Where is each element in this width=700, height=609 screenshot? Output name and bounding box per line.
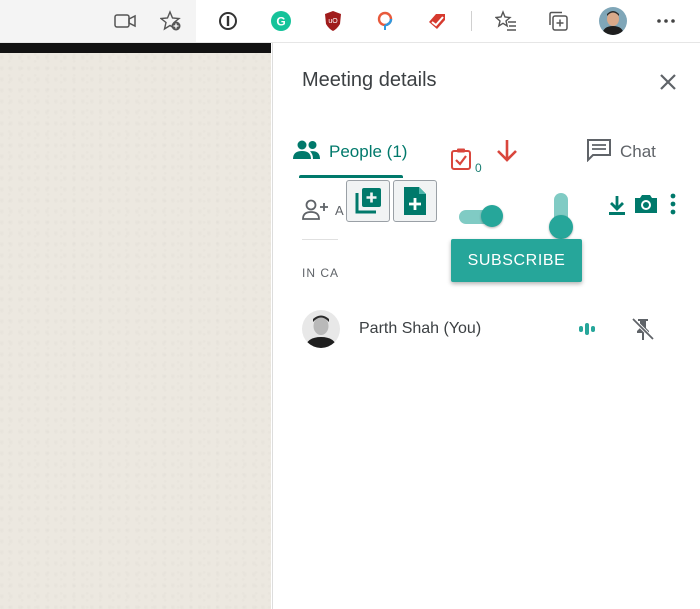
location-extension-icon[interactable]	[372, 8, 398, 34]
participant-row: Parth Shah (You)	[273, 305, 700, 353]
video-feed	[0, 43, 271, 609]
password-manager-icon[interactable]	[215, 8, 241, 34]
people-icon	[293, 139, 321, 166]
svg-text:uO: uO	[328, 18, 338, 25]
tab-chat[interactable]: Chat	[586, 137, 656, 167]
more-vert-icon[interactable]	[669, 193, 677, 215]
todoist-icon[interactable]	[424, 8, 450, 34]
section-label-in-call: IN CALL	[302, 266, 338, 280]
video-top-bar	[0, 43, 271, 53]
avatar	[302, 310, 340, 348]
toolbar-divider	[471, 11, 472, 31]
meeting-details-panel: Meeting details People (1) Chat 0 A SUBS…	[272, 43, 700, 609]
profile-avatar[interactable]	[598, 6, 628, 36]
toggle-knob-vertical	[549, 215, 573, 239]
horizontal-toggle[interactable]	[459, 205, 503, 227]
library-add-icon	[355, 188, 381, 214]
add-to-collection-button[interactable]	[346, 180, 390, 222]
browser-toolbar: G uO	[0, 0, 700, 43]
audio-level-icon	[577, 321, 597, 337]
favorites-list-icon[interactable]	[493, 8, 519, 34]
collections-icon[interactable]	[545, 8, 571, 34]
svg-text:G: G	[276, 15, 285, 29]
participant-name: Parth Shah (You)	[359, 320, 482, 337]
download-icon[interactable]	[606, 194, 628, 216]
tab-chat-label: Chat	[620, 142, 656, 161]
close-icon	[660, 74, 676, 90]
grammarly-icon[interactable]: G	[268, 8, 294, 34]
favorites-add-icon[interactable]	[158, 8, 184, 34]
tab-bar: People (1) Chat	[273, 123, 700, 178]
active-tab-indicator	[299, 175, 403, 178]
panel-title: Meeting details	[302, 69, 437, 91]
camera-icon[interactable]	[633, 192, 659, 216]
video-icon[interactable]	[112, 8, 138, 34]
person-add-icon	[302, 199, 328, 220]
subscribe-button[interactable]: SUBSCRIBE	[451, 239, 582, 282]
tasks-button[interactable]: 0	[450, 147, 482, 176]
arrow-down-icon[interactable]	[494, 138, 520, 169]
note-add-icon	[404, 187, 426, 215]
tab-people-label: People (1)	[329, 142, 408, 161]
checklist-icon	[450, 147, 472, 176]
more-menu-icon[interactable]	[653, 8, 679, 34]
vertical-toggle[interactable]	[549, 193, 573, 241]
tab-people[interactable]: People (1)	[293, 137, 407, 167]
chat-icon	[586, 138, 612, 167]
add-people-label: A	[335, 203, 344, 218]
tasks-count: 0	[475, 161, 482, 175]
add-people-button[interactable]	[301, 198, 331, 222]
ublock-icon[interactable]: uO	[320, 8, 346, 34]
pin-off-icon[interactable]	[630, 316, 656, 342]
close-button[interactable]	[656, 70, 680, 94]
new-document-button[interactable]	[393, 180, 437, 222]
toggle-knob	[481, 205, 503, 227]
divider	[302, 239, 338, 240]
